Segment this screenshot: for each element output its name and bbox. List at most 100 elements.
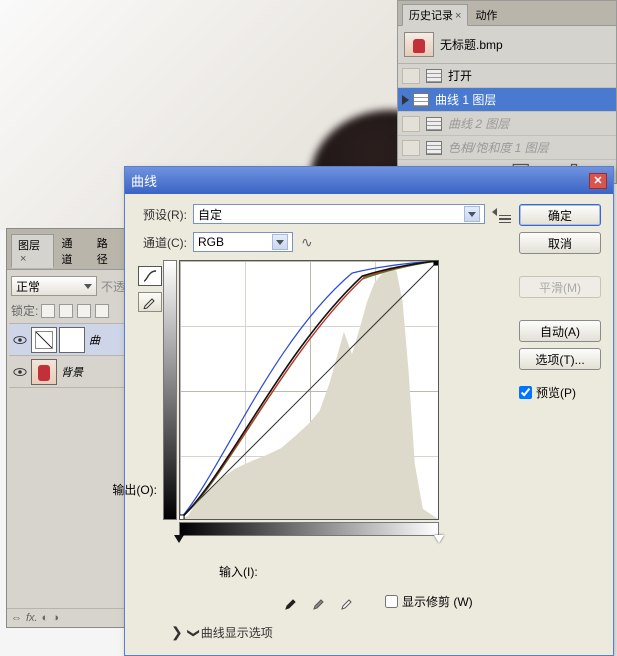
curves-dialog: 曲线 ✕ 预设(R): 自定 通道(C): RGB ∿ (124, 166, 614, 656)
history-item-huesat[interactable]: 色相/饱和度 1 图层 (398, 136, 616, 160)
history-item-label: 曲线 1 图层 (435, 91, 496, 108)
channel-value: RGB (198, 235, 224, 249)
snapshot-slot (402, 116, 420, 132)
snapshot-slot (402, 68, 420, 84)
histogram (180, 261, 438, 519)
visibility-icon[interactable] (11, 367, 29, 377)
step-icon (426, 69, 442, 83)
white-point-eyedropper[interactable] (339, 592, 357, 610)
preview-label: 预览(P) (536, 384, 576, 401)
curve-tools (137, 260, 163, 641)
document-thumb (404, 32, 434, 57)
history-item-label: 色相/饱和度 1 图层 (448, 139, 549, 156)
chevron-down-icon (84, 284, 92, 289)
show-clipping-checkbox[interactable]: 显示修剪 (W) (385, 593, 473, 610)
curve-point-tool[interactable] (138, 266, 162, 286)
lock-transparency-icon[interactable] (41, 304, 55, 318)
step-icon (413, 93, 429, 107)
history-panel: 历史记录× 动作 无标题.bmp 打开 曲线 1 图层 曲线 2 图层 色相/饱… (397, 0, 617, 184)
preset-value: 自定 (198, 206, 222, 223)
step-icon (426, 117, 442, 131)
tab-channels[interactable]: 通道 (54, 232, 89, 270)
layers-footer: ⇔ fx. ◐ ◑ (7, 608, 129, 627)
layer-row-background[interactable]: 背景 (9, 356, 127, 388)
shadow-slider[interactable] (174, 535, 184, 543)
layer-mask-thumb[interactable] (59, 327, 85, 353)
input-label: 输入(I): (219, 563, 258, 580)
layers-panel: 图层× 通道 路径 正常 不透 锁定: (6, 228, 130, 628)
curve-display-options-toggle[interactable]: ❯ ❯ 曲线显示选项 (171, 624, 511, 641)
layer-thumb-photo[interactable] (31, 359, 57, 385)
tab-channels-label: 通道 (61, 238, 72, 266)
channel-select[interactable]: RGB (193, 232, 293, 252)
channel-cycle-icon[interactable]: ∿ (299, 234, 315, 251)
history-item-label: 打开 (448, 67, 472, 84)
visibility-icon[interactable] (11, 335, 29, 345)
layer-thumb-curves[interactable] (31, 327, 57, 353)
tab-paths[interactable]: 路径 (90, 232, 125, 270)
close-icon[interactable]: × (20, 253, 26, 265)
tab-layers[interactable]: 图层× (11, 234, 54, 268)
disclosure-icon: ❯ (187, 627, 201, 637)
step-icon (426, 141, 442, 155)
highlight-slider[interactable] (434, 535, 444, 543)
layers-tabstrip: 图层× 通道 路径 (7, 229, 129, 270)
link-icon[interactable]: ⇔ (11, 612, 22, 624)
preset-label: 预设(R): (137, 206, 187, 223)
mask-icon[interactable]: ◐ (42, 612, 49, 624)
smooth-label: 平滑(M) (539, 279, 581, 296)
black-point-eyedropper[interactable] (283, 592, 301, 610)
curve-pencil-tool[interactable] (138, 292, 162, 312)
history-item-open[interactable]: 打开 (398, 64, 616, 88)
tab-layers-label: 图层 (18, 240, 40, 252)
preview-checkbox[interactable]: 预览(P) (519, 384, 601, 401)
auto-label: 自动(A) (540, 323, 580, 340)
blend-mode-select[interactable]: 正常 (11, 276, 97, 296)
channel-label: 通道(C): (137, 234, 187, 251)
gray-point-eyedropper[interactable] (311, 592, 329, 610)
input-gradient (179, 522, 439, 536)
ok-label: 确定 (548, 207, 572, 224)
fx-icon[interactable]: fx. (26, 612, 38, 624)
lock-position-icon[interactable] (77, 304, 91, 318)
preview-input[interactable] (519, 386, 532, 399)
tab-history[interactable]: 历史记录× (402, 4, 468, 26)
history-item-label: 曲线 2 图层 (448, 115, 509, 132)
curves-plot[interactable] (179, 260, 439, 520)
options-button[interactable]: 选项(T)... (519, 348, 601, 370)
tab-actions-label: 动作 (475, 10, 497, 22)
document-name: 无标题.bmp (440, 36, 503, 53)
history-item-curves1[interactable]: 曲线 1 图层 (398, 88, 616, 112)
layer-row-curves[interactable]: 曲 (9, 324, 127, 356)
cancel-label: 取消 (548, 235, 572, 252)
history-item-curves2[interactable]: 曲线 2 图层 (398, 112, 616, 136)
history-document-row[interactable]: 无标题.bmp (398, 26, 616, 64)
auto-button[interactable]: 自动(A) (519, 320, 601, 342)
current-step-icon (402, 95, 409, 105)
layer-name: 背景 (57, 364, 83, 380)
show-clipping-label: 显示修剪 (W) (402, 593, 473, 610)
chevron-down-icon (464, 206, 480, 222)
dialog-titlebar[interactable]: 曲线 ✕ (125, 167, 613, 194)
disclosure-icon: ❯ (171, 624, 183, 641)
show-clipping-input[interactable] (385, 595, 398, 608)
output-gradient (163, 260, 177, 520)
adjustment-icon[interactable]: ◑ (52, 612, 59, 624)
preset-select[interactable]: 自定 (193, 204, 485, 224)
lock-label: 锁定: (11, 302, 38, 319)
black-white-sliders[interactable] (179, 537, 439, 545)
tab-actions[interactable]: 动作 (468, 4, 504, 26)
chevron-down-icon (272, 234, 288, 250)
history-tabstrip: 历史记录× 动作 (398, 1, 616, 26)
smooth-button: 平滑(M) (519, 276, 601, 298)
close-icon[interactable]: × (455, 10, 461, 22)
lock-pixels-icon[interactable] (59, 304, 73, 318)
close-button[interactable]: ✕ (589, 173, 607, 189)
preset-menu-icon[interactable] (491, 205, 511, 223)
tab-history-label: 历史记录 (409, 10, 453, 22)
display-options-label: 曲线显示选项 (201, 624, 273, 641)
cancel-button[interactable]: 取消 (519, 232, 601, 254)
ok-button[interactable]: 确定 (519, 204, 601, 226)
opacity-label: 不透 (101, 278, 125, 295)
lock-all-icon[interactable] (95, 304, 109, 318)
